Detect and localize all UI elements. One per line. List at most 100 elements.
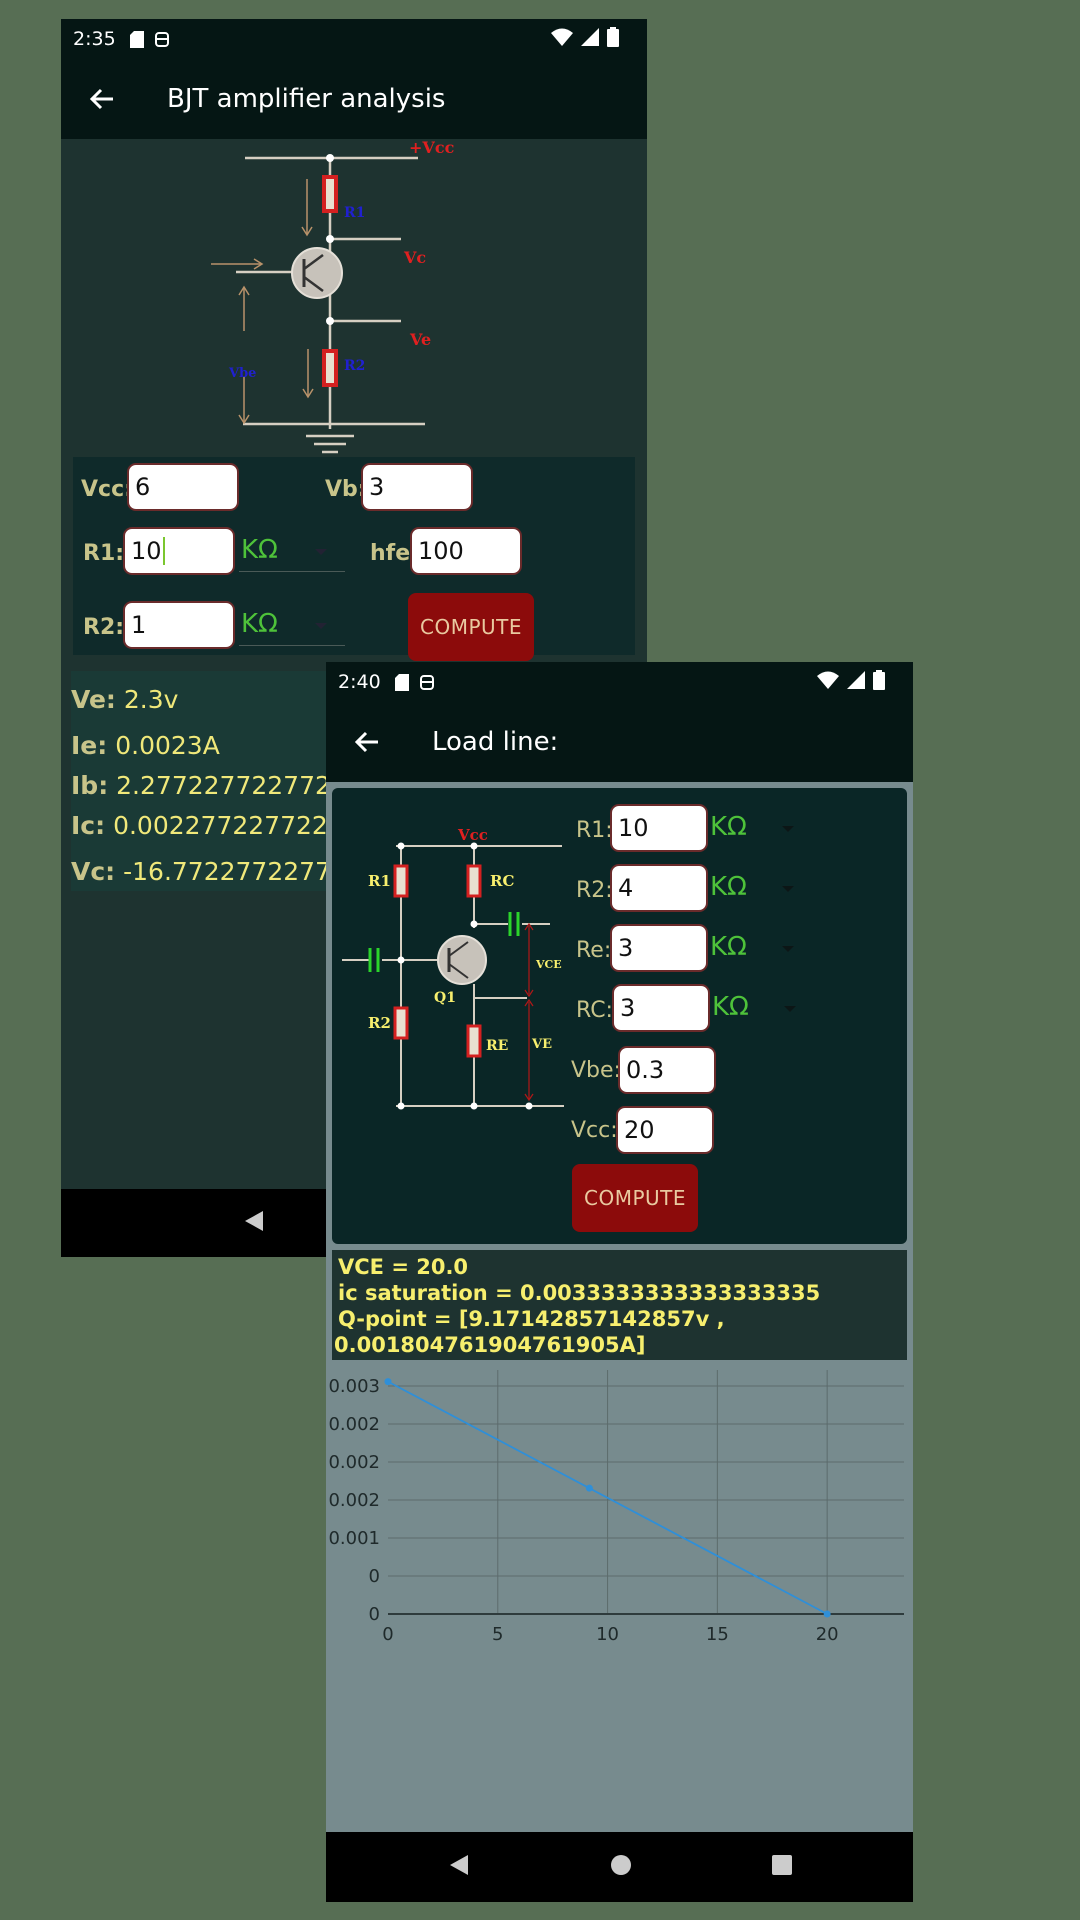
sd-card-icon [394, 673, 409, 691]
x-axis-labels: 0 5 10 15 20 [382, 1624, 838, 1645]
data-point [585, 1484, 593, 1492]
chart-grid [388, 1370, 904, 1614]
result-vc: Vc: -16.772277227722 [71, 857, 363, 886]
circuit-vcc-label: Vcc [457, 826, 488, 844]
vcc-input[interactable]: 6 [127, 463, 239, 511]
chevron-down-icon [782, 826, 794, 832]
nav-bar [326, 1832, 913, 1902]
r1-input-value: 10 [131, 537, 162, 565]
r1-unit-select[interactable]: KΩ [241, 535, 278, 565]
compute-button[interactable]: COMPUTE [408, 593, 534, 661]
status-bar: 2:35 [61, 19, 647, 59]
x-tick-label: 15 [706, 1624, 729, 1645]
r2-input[interactable]: 4 [610, 864, 708, 912]
y-tick-label: 0.002 [328, 1490, 380, 1511]
re-unit-select[interactable]: KΩ [710, 932, 747, 962]
results-panel: VCE = 20.0 ic saturation = 0.00333333333… [332, 1250, 907, 1360]
rc-unit-select[interactable]: KΩ [712, 992, 749, 1022]
signal-icon [847, 671, 865, 694]
data-point [384, 1378, 392, 1386]
load-line-circuit-diagram: Vcc R1 RC VCE Q1 R2 RE VE [342, 826, 564, 1110]
r1-input[interactable]: 10 [610, 804, 708, 852]
r1-label: R1: [83, 541, 125, 566]
nav-back-icon[interactable] [448, 1853, 470, 1881]
r1-input[interactable]: 10 [123, 527, 235, 575]
vcc-input[interactable]: 20 [616, 1106, 714, 1154]
back-button[interactable] [352, 727, 382, 757]
circuit-vbe-label: Vbe [228, 366, 256, 381]
hfe-input[interactable]: 100 [410, 527, 522, 575]
y-tick-label: 0.003 [328, 1376, 380, 1397]
load-line-chart: 000.0010.0020.0020.0020.003 0 5 10 15 20 [328, 1370, 904, 1645]
app-bar: BJT amplifier analysis [61, 59, 647, 139]
battery-icon [607, 27, 619, 52]
circuit-ve-label: VE [531, 1037, 552, 1052]
y-tick-label: 0.001 [328, 1528, 380, 1549]
back-arrow-icon [89, 88, 113, 110]
result-value: 0.0023A [115, 731, 220, 760]
status-bar: 2:40 [326, 662, 913, 702]
circuit-r1-label: R1 [368, 872, 391, 890]
r1-unit-underline [239, 571, 345, 572]
result-ic: Ic: 0.00227722772227 [71, 811, 360, 840]
result-ie: Ie: 0.0023A [71, 731, 220, 760]
page-title: BJT amplifier analysis [167, 84, 446, 114]
y-tick-label: 0 [369, 1604, 380, 1625]
back-arrow-icon [354, 731, 378, 753]
page-title: Load line: [432, 727, 559, 757]
circuit-r1-label: R1 [344, 205, 365, 221]
re-label: Re: [576, 938, 612, 963]
r2-unit-select[interactable]: KΩ [241, 609, 278, 639]
back-button[interactable] [87, 84, 117, 114]
r2-label: R2: [83, 615, 125, 640]
status-time: 2:40 [338, 671, 381, 693]
re-input[interactable]: 3 [610, 924, 708, 972]
circuit-vc-label: Vc [403, 248, 426, 267]
battery-icon [873, 670, 885, 695]
chevron-down-icon [315, 623, 327, 629]
nav-back-icon[interactable] [243, 1209, 265, 1237]
result-qpoint-line2: 0.001804761904761905A] [334, 1333, 646, 1357]
notification-icon [154, 31, 170, 48]
x-tick-label: 0 [382, 1624, 393, 1645]
result-value: 0.00227722772227 [113, 811, 360, 840]
chevron-down-icon [315, 549, 327, 555]
vb-input[interactable]: 3 [361, 463, 473, 511]
circuit-rc-label: RC [490, 872, 514, 890]
result-label: Ib: [71, 771, 109, 800]
r1-unit-select[interactable]: KΩ [710, 812, 747, 842]
result-ve: Ve: 2.3v [71, 685, 178, 714]
wifi-icon [551, 28, 573, 51]
r2-unit-underline [239, 645, 345, 646]
result-label: Vc: [71, 857, 116, 886]
signal-icon [581, 28, 599, 51]
circuit-re-label: RE [486, 1038, 508, 1054]
circuit-q1-label: Q1 [434, 990, 456, 1006]
r2-unit-select[interactable]: KΩ [710, 872, 747, 902]
data-point [823, 1610, 831, 1618]
vcc-label: Vcc: [571, 1118, 618, 1143]
sd-card-icon [129, 30, 144, 48]
r1-label: R1: [576, 818, 613, 843]
vbe-input[interactable]: 0.3 [618, 1046, 716, 1094]
bjt-circuit-diagram: +Vcc R1 Vc Ve R2 Vbe [211, 139, 455, 454]
rc-label: RC: [576, 998, 613, 1023]
circuit-vcc-label: +Vcc [409, 139, 455, 157]
nav-home-icon[interactable] [610, 1854, 632, 1880]
rc-input[interactable]: 3 [612, 984, 710, 1032]
result-vce: VCE = 20.0 [338, 1255, 469, 1279]
result-value: 2.3v [123, 685, 179, 714]
x-tick-label: 5 [492, 1624, 503, 1645]
r2-input[interactable]: 1 [123, 601, 235, 649]
circuit-r2-label: R2 [368, 1014, 391, 1032]
y-tick-label: 0.002 [328, 1452, 380, 1473]
r2-label: R2: [576, 878, 613, 903]
vbe-label: Vbe: [571, 1058, 621, 1083]
nav-recents-icon[interactable] [771, 1855, 792, 1879]
result-label: Ve: [71, 685, 116, 714]
y-tick-label: 0.002 [328, 1414, 380, 1435]
result-ib: Ib: 2.27722772277227 [71, 771, 363, 800]
compute-button[interactable]: COMPUTE [572, 1164, 698, 1232]
x-tick-label: 10 [596, 1624, 619, 1645]
circuit-vce-label: VCE [535, 958, 562, 971]
